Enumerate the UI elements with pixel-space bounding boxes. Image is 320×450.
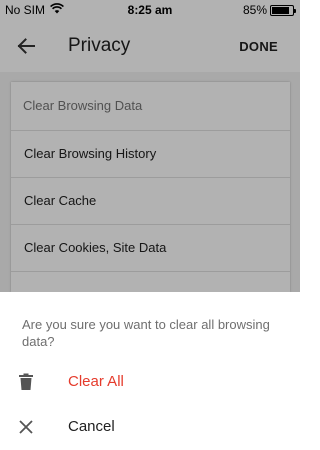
cancel-button[interactable]: Cancel: [0, 405, 300, 449]
confirm-message: Are you sure you want to clear all brows…: [22, 317, 270, 349]
confirm-bottom-sheet: Are you sure you want to clear all brows…: [0, 292, 300, 450]
clear-all-button[interactable]: Clear All: [0, 360, 300, 404]
cancel-label: Cancel: [68, 418, 115, 435]
close-icon: [16, 417, 36, 437]
modal-scrim[interactable]: [0, 0, 300, 292]
clear-all-label: Clear All: [68, 373, 124, 390]
trash-icon: [16, 372, 36, 392]
